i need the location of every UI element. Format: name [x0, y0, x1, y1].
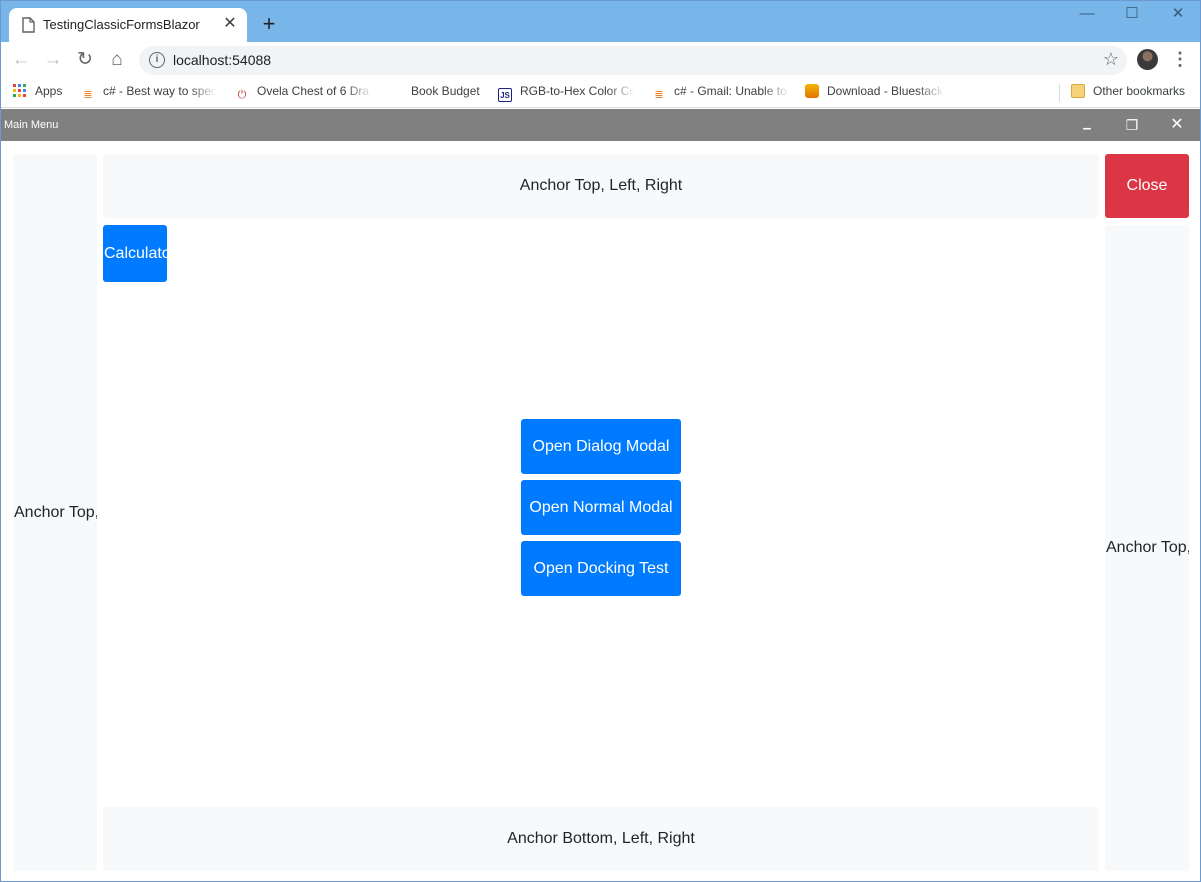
- bookmark-label: c# - Gmail: Unable to: [674, 84, 787, 98]
- page-icon: [22, 17, 35, 33]
- bookmark-label: RGB-to-Hex Color Co: [520, 84, 635, 98]
- bookmark-apps[interactable]: Apps: [13, 84, 73, 102]
- tab-title: TestingClassicFormsBlazor: [43, 17, 200, 32]
- panel-anchor-left: Anchor Top, Left, Bottom: [13, 154, 97, 871]
- bookmark-label: c# - Best way to spec: [103, 84, 217, 98]
- browser-menu-icon[interactable]: ⋮: [1171, 48, 1189, 72]
- browser-window: TestingClassicFormsBlazor ✕ + — ☐ ✕ ← → …: [0, 0, 1201, 882]
- app-titlebar[interactable]: Main Menu ▁ ❐ ✕: [1, 109, 1200, 141]
- js-icon: JS: [498, 88, 512, 102]
- panel-left-label: Anchor Top, Left, Bottom: [14, 503, 97, 521]
- window-close-button[interactable]: ✕: [1155, 1, 1200, 29]
- stackoverflow-icon: ≣: [83, 89, 93, 101]
- power-icon: ⏻: [237, 89, 247, 101]
- bookmark-star-icon[interactable]: ☆: [1103, 49, 1119, 70]
- bookmark-label: Download - Bluestack: [827, 84, 944, 98]
- folder-icon: [1071, 84, 1085, 98]
- open-normal-modal-button[interactable]: Open Normal Modal: [521, 480, 681, 535]
- calculator-button[interactable]: Calculator: [103, 225, 167, 282]
- address-url: localhost:54088: [173, 52, 272, 68]
- open-docking-test-button[interactable]: Open Docking Test: [521, 541, 681, 596]
- bookmark-label: Apps: [35, 84, 63, 98]
- address-bar[interactable]: i localhost:54088 ☆: [139, 46, 1127, 75]
- close-button[interactable]: Close: [1105, 154, 1189, 218]
- panel-anchor-right: Anchor Top, Right, Bottom: [1105, 225, 1189, 871]
- bluestacks-icon: [805, 84, 819, 98]
- other-bookmarks-label: Other bookmarks: [1093, 84, 1186, 98]
- new-tab-button[interactable]: +: [259, 13, 279, 35]
- close-icon[interactable]: ✕: [1161, 109, 1193, 141]
- browser-toolbar: ← → ↻ ⌂ i localhost:54088 ☆ ⋮: [1, 42, 1200, 79]
- bookmark-item[interactable]: ≣ c# - Gmail: Unable to: [652, 84, 790, 102]
- stackoverflow-icon: ≣: [654, 89, 664, 101]
- bookmark-item[interactable]: JS RGB-to-Hex Color Co: [498, 84, 635, 102]
- tab-close-icon[interactable]: ✕: [221, 15, 239, 33]
- bookmark-item[interactable]: ≣ c# - Best way to spec: [81, 84, 217, 102]
- back-arrow-icon[interactable]: ←: [8, 48, 34, 74]
- bookmark-label: Ovela Chest of 6 Dra: [257, 84, 370, 98]
- other-bookmarks[interactable]: Other bookmarks: [1071, 84, 1196, 102]
- app-window-title: Main Menu: [4, 119, 59, 131]
- browser-tab[interactable]: TestingClassicFormsBlazor ✕: [9, 8, 247, 42]
- bookmark-item[interactable]: Book Budget: [389, 84, 489, 102]
- bookmarks-bar: Apps ≣ c# - Best way to spec ⏻ Ovela Chest…: [1, 79, 1200, 108]
- minimize-icon[interactable]: ▁: [1071, 109, 1103, 141]
- tab-strip: TestingClassicFormsBlazor ✕ + — ☐ ✕: [1, 1, 1200, 42]
- blank-icon: [389, 84, 403, 98]
- restore-icon[interactable]: ❐: [1116, 109, 1148, 141]
- panel-anchor-bottom: Anchor Bottom, Left, Right: [103, 807, 1099, 871]
- panel-bottom-label: Anchor Bottom, Left, Right: [507, 830, 695, 847]
- apps-grid-icon: [13, 84, 26, 97]
- profile-avatar[interactable]: [1137, 49, 1158, 70]
- window-minimize-button[interactable]: —: [1064, 1, 1110, 29]
- bookmark-label: Book Budget: [411, 84, 480, 98]
- site-info-icon[interactable]: i: [149, 52, 165, 68]
- panel-anchor-top: Anchor Top, Left, Right: [103, 154, 1099, 218]
- forward-arrow-icon[interactable]: →: [40, 48, 66, 74]
- bookmarks-divider: [1059, 84, 1060, 102]
- window-maximize-button[interactable]: ☐: [1109, 1, 1155, 29]
- panel-top-label: Anchor Top, Left, Right: [519, 177, 683, 194]
- open-dialog-modal-button[interactable]: Open Dialog Modal: [521, 419, 681, 474]
- bookmark-item[interactable]: ⏻ Ovela Chest of 6 Dra: [235, 84, 373, 102]
- panel-right-label: Anchor Top, Right, Bottom: [1106, 539, 1189, 556]
- bookmark-item[interactable]: Download - Bluestack: [805, 84, 945, 102]
- home-icon[interactable]: ⌂: [104, 48, 130, 74]
- reload-icon[interactable]: ↻: [72, 48, 98, 74]
